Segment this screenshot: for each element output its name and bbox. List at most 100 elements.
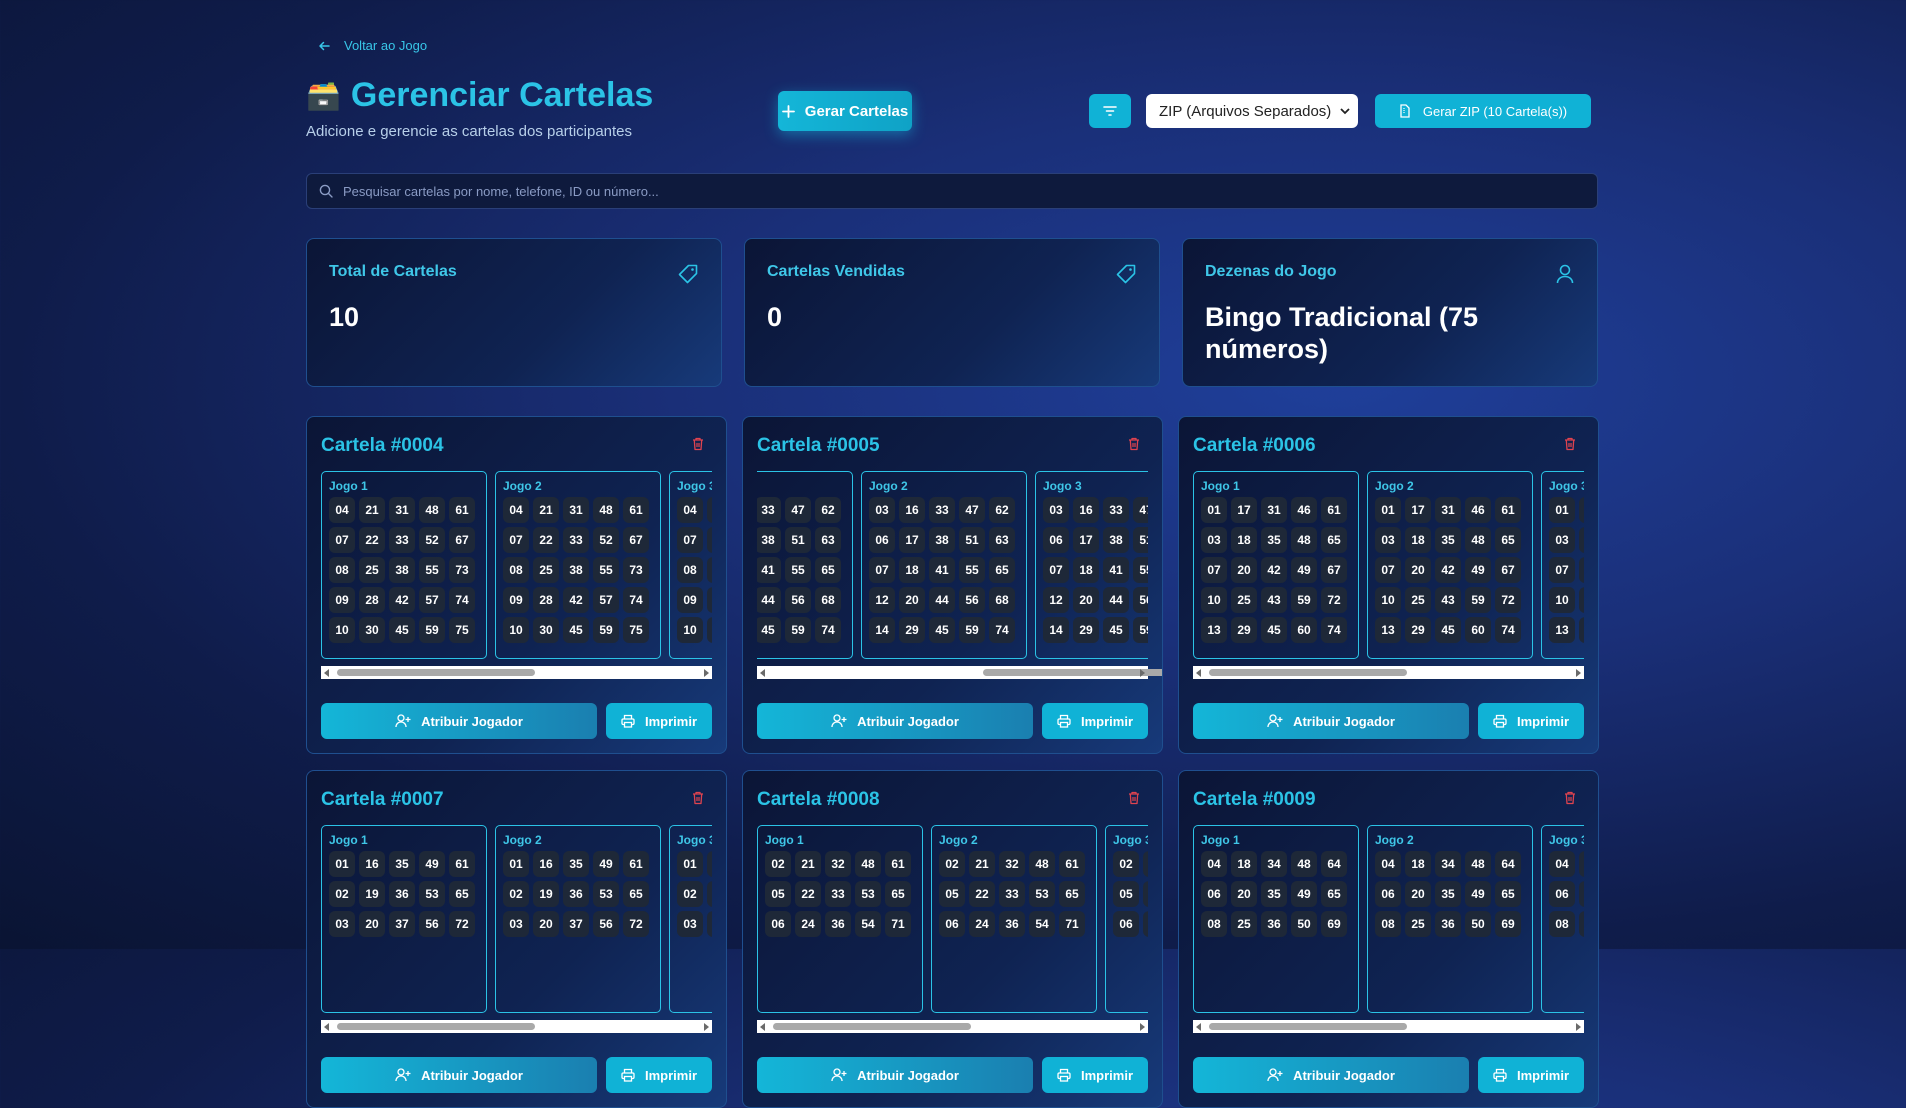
print-button[interactable]: Imprimir (1478, 1057, 1584, 1093)
scroll-right-arrow[interactable] (1140, 1023, 1145, 1031)
scroll-left-arrow[interactable] (324, 1023, 329, 1031)
assign-player-button[interactable]: Atribuir Jogador (321, 1057, 597, 1093)
assign-player-button[interactable]: Atribuir Jogador (1193, 1057, 1469, 1093)
number-cell: 24 (795, 911, 821, 937)
number-grid: 0421314861 0722335267 0825385573 0928425774… (503, 497, 654, 643)
scrollbar-thumb[interactable] (337, 669, 535, 676)
number-cell: 61 (449, 851, 475, 877)
number-cell: 24 (1143, 911, 1148, 937)
number-cell: 24 (969, 911, 995, 937)
scroll-right-arrow[interactable] (1576, 669, 1581, 677)
number-cell: 31 (563, 497, 589, 523)
generate-zip-button[interactable]: Gerar ZIP (10 Cartela(s)) (1375, 94, 1591, 128)
trash-icon (1129, 437, 1139, 451)
print-button[interactable]: Imprimir (1042, 703, 1148, 739)
generate-cards-button[interactable]: Gerar Cartelas (778, 91, 912, 131)
horizontal-scrollbar[interactable] (321, 666, 712, 679)
number-cell: 21 (359, 497, 385, 523)
user-plus-icon (831, 1068, 847, 1082)
number-cell: 65 (623, 881, 649, 907)
print-button[interactable]: Imprimir (606, 703, 712, 739)
page-title: 🗃️ Gerenciar Cartelas (306, 76, 653, 115)
number-cell: 61 (623, 851, 649, 877)
delete-card-button[interactable] (1564, 791, 1576, 810)
print-button[interactable]: Imprimir (606, 1057, 712, 1093)
scroll-left-arrow[interactable] (1196, 669, 1201, 677)
number-cell: 61 (1059, 851, 1085, 877)
number-cell: 44 (757, 587, 781, 613)
user-plus-icon (395, 1068, 411, 1082)
games-track: Jogo 1 01 17 31 46 61 03 18 35 48 65 07 20 42 49 67 10 25… (1193, 471, 1584, 659)
number-cell: 38 (929, 527, 955, 553)
number-cell: 54 (855, 911, 881, 937)
number-cell: 03 (503, 911, 529, 937)
scrollbar-thumb[interactable] (773, 1023, 971, 1030)
filter-button[interactable] (1089, 94, 1131, 128)
number-cell: 35 (1261, 527, 1287, 553)
search-bar[interactable]: Pesquisar cartelas por nome, telefone, I… (306, 173, 1598, 209)
scroll-left-arrow[interactable] (324, 669, 329, 677)
scroll-left-arrow[interactable] (760, 1023, 765, 1031)
assign-player-button[interactable]: Atribuir Jogador (321, 703, 597, 739)
number-cell: 41 (929, 557, 955, 583)
export-format-select[interactable]: ZIP (Arquivos Separados) (1146, 94, 1358, 128)
number-cell: 35 (389, 851, 415, 877)
delete-card-button[interactable] (1128, 791, 1140, 810)
stat-label: Total de Cartelas (329, 263, 457, 280)
number-cell: 20 (1405, 881, 1431, 907)
search-input[interactable]: Pesquisar cartelas por nome, telefone, I… (343, 184, 659, 199)
scroll-left-arrow[interactable] (760, 669, 765, 677)
horizontal-scrollbar[interactable] (321, 1020, 712, 1033)
print-label: Imprimir (644, 1067, 697, 1083)
delete-card-button[interactable] (692, 437, 704, 456)
horizontal-scrollbar[interactable] (757, 666, 1162, 679)
number-cell: 08 (677, 557, 703, 583)
games-scroller: Jogo 1 04 21 31 48 61 07 22 33 52 67 08 25 38 55 73 09 28… (321, 471, 712, 661)
horizontal-scrollbar[interactable] (1193, 666, 1584, 679)
assign-player-button[interactable]: Atribuir Jogador (1193, 703, 1469, 739)
number-grid: 0116354961 0219365365 0320375672 (503, 851, 654, 937)
number-cell: 61 (1321, 497, 1347, 523)
scrollbar-thumb[interactable] (337, 1023, 535, 1030)
number-cell: 33 (563, 527, 589, 553)
number-cell: 01 (677, 851, 703, 877)
scroll-right-arrow[interactable] (1140, 669, 1145, 677)
number-cell: 65 (1059, 881, 1085, 907)
scroll-right-arrow[interactable] (1576, 1023, 1581, 1031)
number-cell: 03 (1375, 527, 1401, 553)
print-button[interactable]: Imprimir (1042, 1057, 1148, 1093)
scrollbar-thumb[interactable] (983, 669, 1162, 676)
number-cell: 03 (1549, 527, 1575, 553)
number-cell: 38 (1103, 527, 1129, 553)
number-cell: 25 (707, 557, 712, 583)
stat-total-cards: Total de Cartelas 10 (306, 238, 722, 387)
scroll-right-arrow[interactable] (704, 1023, 709, 1031)
number-cell: 48 (419, 497, 445, 523)
number-cell: 06 (1549, 881, 1575, 907)
assign-player-button[interactable]: Atribuir Jogador (757, 1057, 1033, 1093)
number-cell: 16 (359, 851, 385, 877)
number-cell: 09 (677, 587, 703, 613)
scrollbar-thumb[interactable] (1209, 669, 1407, 676)
assign-player-button[interactable]: Atribuir Jogador (757, 703, 1033, 739)
number-grid: 0221324861 0522335365 0624365471 (939, 851, 1090, 937)
delete-card-button[interactable] (1128, 437, 1140, 456)
bingo-card: Cartela #0006 Jogo 1 01 17 31 46 61 03 18 35 48 65 0… (1178, 416, 1599, 754)
number-cell: 62 (815, 497, 841, 523)
number-cell: 28 (359, 587, 385, 613)
tag-icon (1116, 264, 1136, 284)
horizontal-scrollbar[interactable] (1193, 1020, 1584, 1033)
scroll-right-arrow[interactable] (704, 669, 709, 677)
scroll-left-arrow[interactable] (1196, 1023, 1201, 1031)
horizontal-scrollbar[interactable] (757, 1020, 1148, 1033)
delete-card-button[interactable] (1564, 437, 1576, 456)
number-cell: 29 (1073, 617, 1099, 643)
number-cell: 68 (815, 587, 841, 613)
delete-card-button[interactable] (692, 791, 704, 810)
number-cell: 13 (1201, 617, 1227, 643)
scrollbar-thumb[interactable] (1209, 1023, 1407, 1030)
back-link[interactable]: Voltar ao Jogo (318, 38, 427, 53)
print-button[interactable]: Imprimir (1478, 703, 1584, 739)
number-cell: 43 (1435, 587, 1461, 613)
number-cell: 10 (329, 617, 355, 643)
